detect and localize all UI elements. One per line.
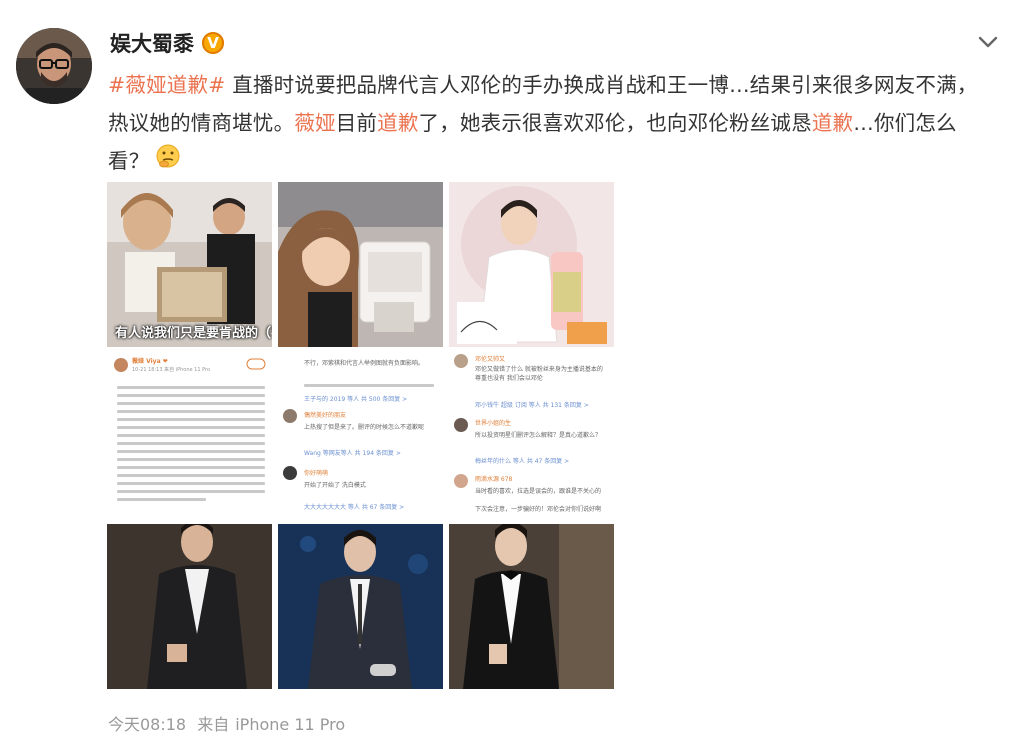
comment-text: 邓伦又做错了什么 就被粉丝来身为主播说基本的尊重也没有 我们会以邓伦 bbox=[475, 366, 603, 382]
comment-text: 上热搜了但是来了。删评的时候怎么不道歉呢 bbox=[304, 424, 425, 431]
hashtag-link[interactable]: #薇娅道歉# bbox=[108, 73, 226, 97]
post-footer: 今天08:18 来自 iPhone 11 Pro bbox=[108, 711, 351, 735]
keyword-highlight: 道歉 bbox=[811, 111, 854, 135]
comment-text: 所以投资明星们删评怎么解释？是真心道歉么？ bbox=[475, 432, 602, 439]
post-image-1[interactable]: 有人说我们只是要肯战的（手 bbox=[107, 182, 272, 347]
image-grid: 有人说我们只是要肯战的（手 薇娅 Viya ❤ 10-21 18:13 来自 i… bbox=[107, 182, 614, 690]
thinking-emoji-icon bbox=[155, 143, 181, 181]
image-caption: 有人说我们只是要肯战的（手 bbox=[115, 326, 272, 341]
author-name[interactable]: 娱大蜀黍 bbox=[110, 28, 194, 58]
chevron-down-icon[interactable] bbox=[978, 34, 998, 48]
post-source[interactable]: iPhone 11 Pro bbox=[235, 715, 345, 734]
statement-text-block bbox=[117, 381, 265, 506]
comment-username: 雨滴水源 678 bbox=[475, 476, 513, 483]
post-text-segment: 了，她表示很喜欢邓伦，也向邓伦粉丝诚恳 bbox=[418, 111, 812, 135]
comment-time: 10-21 18:13 来自 iPhone 11 Pro bbox=[132, 367, 211, 373]
comment-username: 世界小姐的生 bbox=[475, 420, 512, 427]
author-avatar[interactable] bbox=[16, 28, 92, 104]
verified-v-icon: V bbox=[202, 32, 224, 54]
post-image-8[interactable] bbox=[278, 524, 443, 689]
source-prefix: 来自 bbox=[197, 715, 230, 734]
comment-username: 你好萌萌 bbox=[304, 470, 329, 477]
author-header: 娱大蜀黍 V bbox=[110, 28, 224, 58]
post-image-4[interactable]: 薇娅 Viya ❤ 10-21 18:13 来自 iPhone 11 Pro bbox=[107, 353, 272, 518]
post-image-6[interactable]: 邓伦又帅又 邓伦又做错了什么 就被粉丝来身为主播说基本的尊重也没有 我们会以邓伦… bbox=[449, 353, 614, 518]
comment-text: 当时看的喜欢，拉选是误会的，跟谁是不关心的 bbox=[475, 488, 602, 495]
comment-reply-link: 梅丝年的什么 等人 共 47 条回复 > bbox=[475, 458, 570, 465]
comment-reply-link: Wang 等网友等人 共 194 条回复 > bbox=[304, 450, 401, 457]
comment-text: 下次会注意，一步骗好的！邓伦会对你们说好啊 bbox=[475, 506, 602, 513]
post-image-3[interactable] bbox=[449, 182, 614, 347]
keyword-highlight: 道歉 bbox=[377, 111, 419, 135]
keyword-highlight: 薇娅 bbox=[294, 111, 336, 135]
comment-username: 薇娅 Viya ❤ bbox=[132, 358, 168, 365]
comment-reply-link: 大大大大大大大 等人 共 67 条回复 > bbox=[304, 504, 405, 511]
post-image-5[interactable]: 不行，邓紫棋和代言人举例图就有负面影响。 王子与的 2019 等人 共 500 … bbox=[278, 353, 443, 518]
post-image-9[interactable] bbox=[449, 524, 614, 689]
post-image-7[interactable] bbox=[107, 524, 272, 689]
post-text-segment: 目前 bbox=[335, 111, 378, 135]
comment-text: 开始了开始了 洗白模式 bbox=[304, 482, 366, 489]
comment-reply-link: 邓小钱牛 超级 订阅 等人 共 131 条回复 > bbox=[475, 402, 589, 409]
post-image-2[interactable] bbox=[278, 182, 443, 347]
comment-username: 邓伦又帅又 bbox=[475, 356, 506, 363]
post-text: #薇娅道歉# 直播时说要把品牌代言人邓伦的手办换成肖战和王一博…结果引来很多网友… bbox=[108, 66, 988, 181]
comment-username: 偶然美好的朋友 bbox=[304, 412, 347, 419]
post-time[interactable]: 今天08:18 bbox=[108, 715, 186, 734]
